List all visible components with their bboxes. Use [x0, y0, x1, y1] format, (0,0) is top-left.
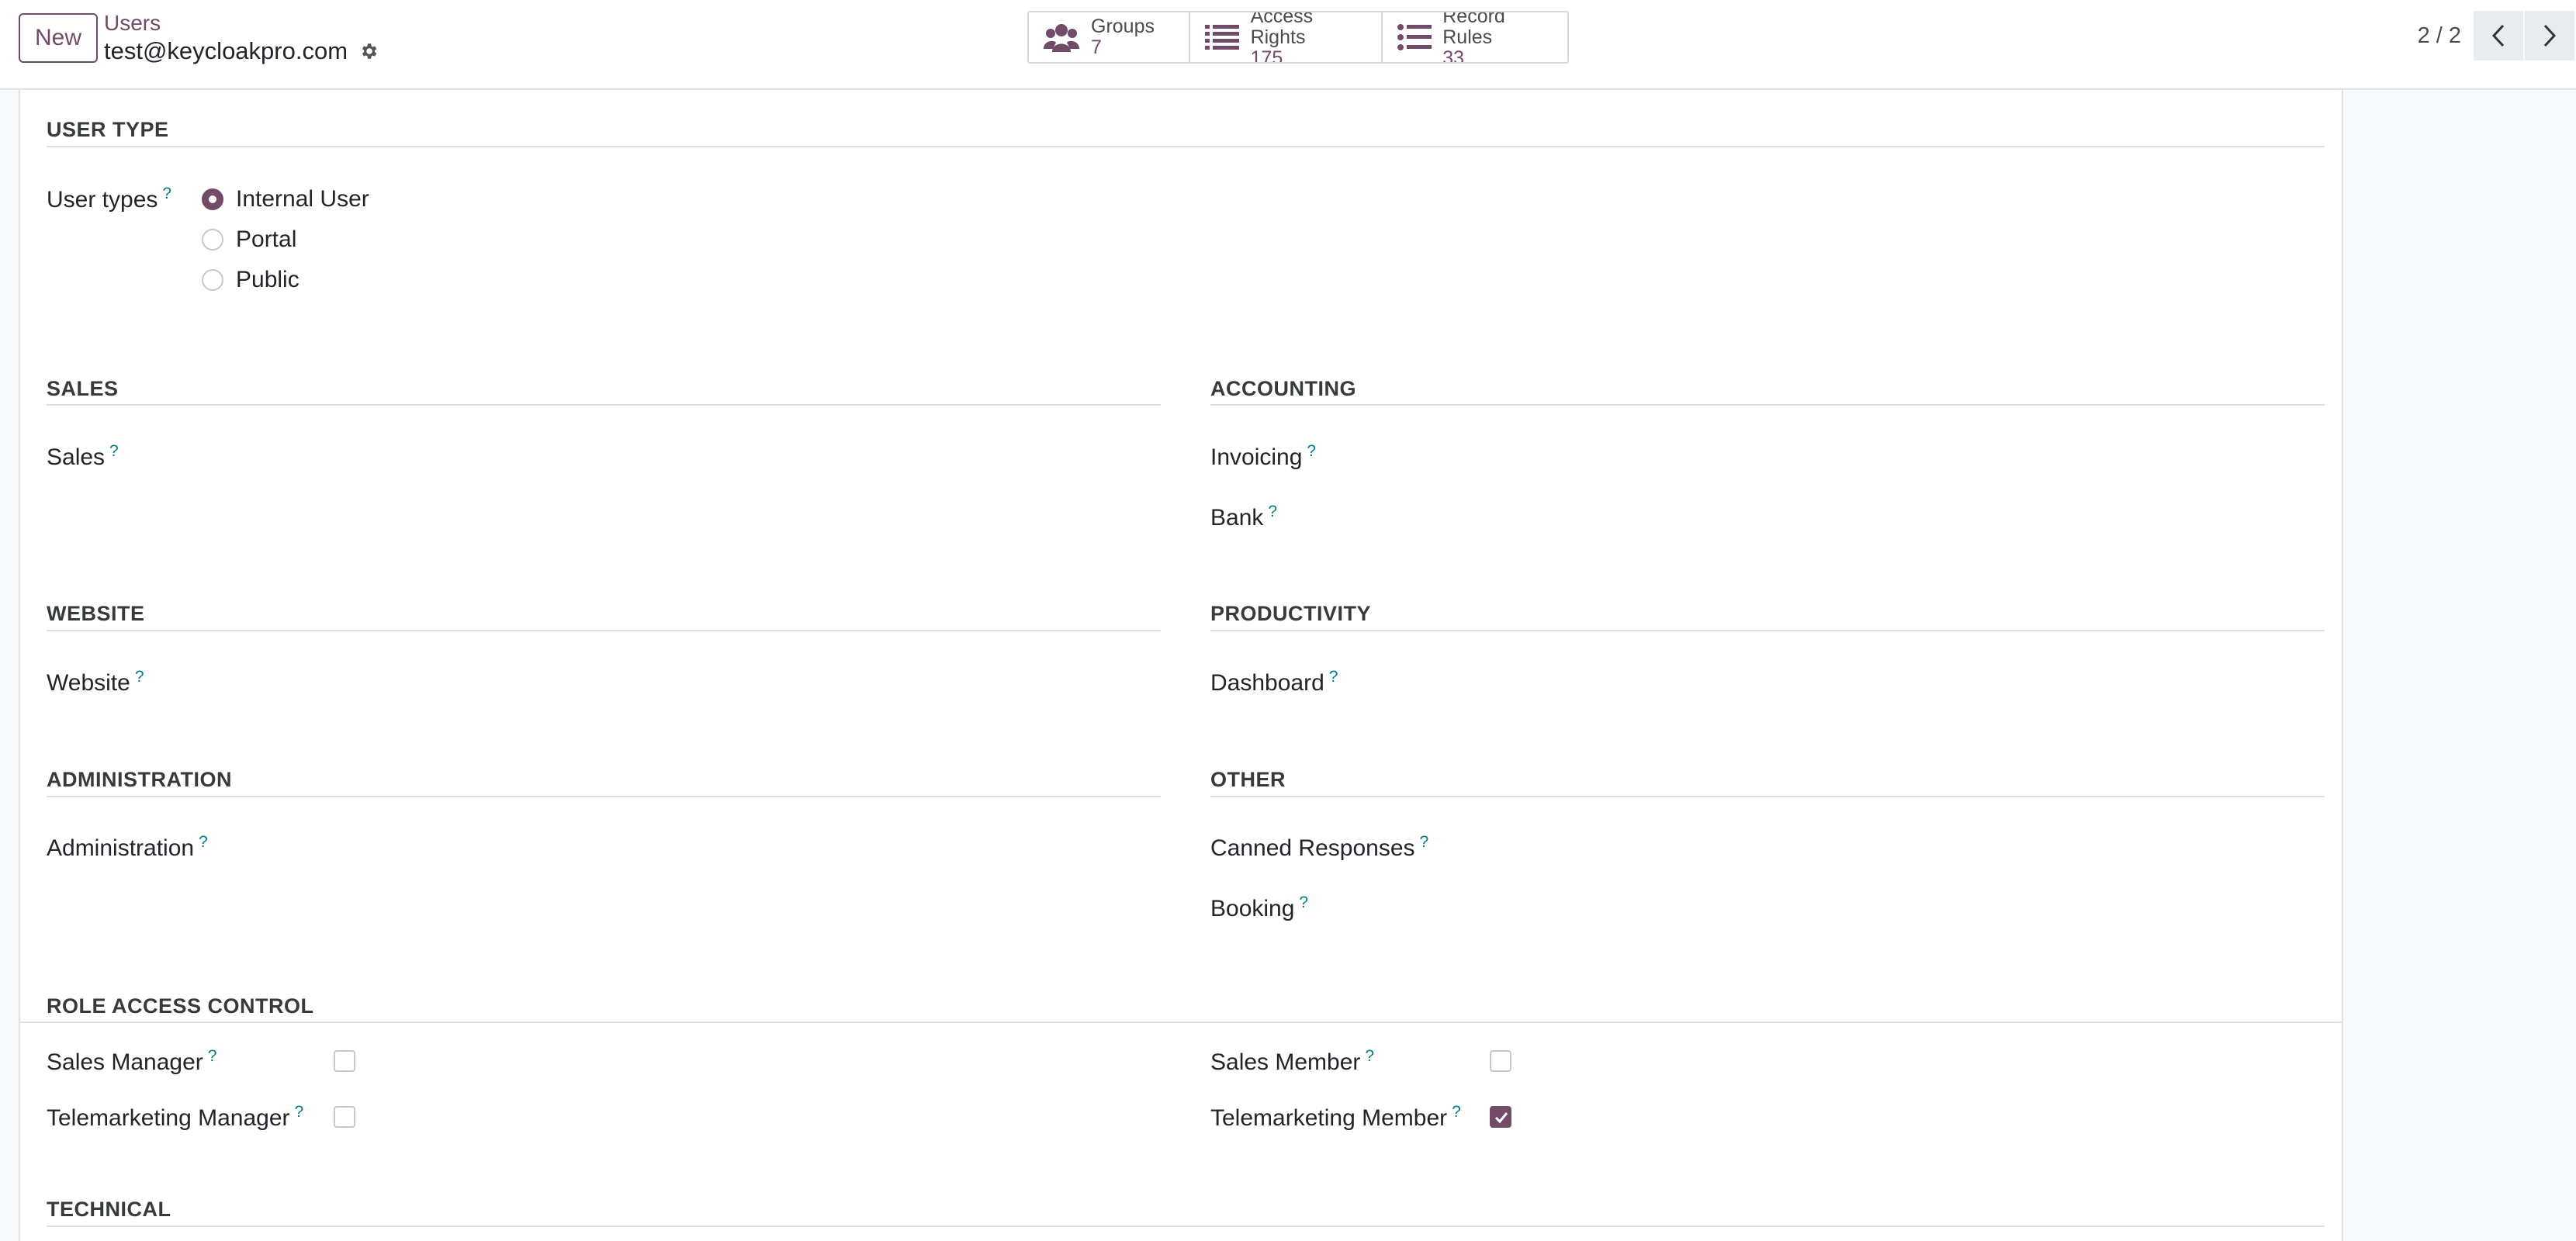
bank-field: Bank?: [1210, 503, 1277, 531]
sales-member-label: Sales Member: [1210, 1049, 1361, 1075]
chevron-left-icon: [2491, 24, 2505, 47]
administration-field: Administration?: [47, 833, 208, 862]
groups-smart-button[interactable]: Groups 7: [1029, 12, 1190, 62]
groups-count: 7: [1091, 36, 1102, 58]
website-section-title: WEBSITE: [47, 602, 145, 625]
telemarketing-member-checkbox[interactable]: [1490, 1106, 1511, 1128]
control-panel: New Users test@keycloakpro.com Groups 7: [0, 0, 2576, 90]
help-icon[interactable]: ?: [1299, 894, 1308, 911]
radio-public[interactable]: Public: [202, 267, 299, 293]
sales-manager-checkbox[interactable]: [334, 1050, 355, 1072]
sales-manager-label: Sales Manager: [47, 1049, 203, 1075]
record-title: test@keycloakpro.com: [104, 37, 348, 64]
list-ul-icon: [1397, 22, 1432, 53]
help-icon[interactable]: ?: [1452, 1103, 1461, 1121]
groups-label: Groups: [1091, 16, 1155, 37]
sales-member-checkbox[interactable]: [1490, 1050, 1511, 1072]
booking-field: Booking?: [1210, 894, 1308, 922]
user-type-separator: [47, 146, 2325, 147]
user-type-section-title: USER TYPE: [47, 118, 169, 141]
help-icon[interactable]: ?: [162, 185, 171, 202]
administration-section-title: ADMINISTRATION: [47, 768, 232, 791]
canned-responses-field: Canned Responses?: [1210, 833, 1428, 862]
access-rights-smart-button[interactable]: Access Rights 175: [1190, 12, 1383, 62]
help-icon[interactable]: ?: [199, 833, 208, 851]
radio-button[interactable]: [202, 269, 223, 291]
radio-label-internal-user: Internal User: [236, 186, 369, 212]
invoicing-field: Invoicing?: [1210, 442, 1316, 471]
sales-member-field: Sales Member?: [1210, 1047, 1374, 1076]
website-label: Website: [47, 670, 130, 696]
pager-next-button[interactable]: [2525, 11, 2576, 60]
administration-label: Administration: [47, 835, 195, 861]
help-icon[interactable]: ?: [109, 442, 119, 460]
telemarketing-manager-label: Telemarketing Manager: [47, 1105, 290, 1131]
administration-separator: [47, 796, 1161, 797]
dashboard-field: Dashboard?: [1210, 668, 1338, 697]
check-icon: [1494, 1112, 1508, 1124]
accounting-section-title: ACCOUNTING: [1210, 377, 1356, 400]
other-section-title: OTHER: [1210, 768, 1286, 791]
list-icon: [1204, 22, 1240, 53]
chevron-right-icon: [2543, 24, 2557, 47]
record-title-line: test@keycloakpro.com: [104, 36, 379, 67]
record-rules-label: Record Rules: [1442, 11, 1505, 48]
help-icon[interactable]: ?: [1365, 1047, 1374, 1065]
other-separator: [1210, 796, 2325, 797]
role-access-section-title: ROLE ACCESS CONTROL: [47, 994, 314, 1018]
help-icon[interactable]: ?: [1307, 442, 1316, 460]
telemarketing-member-label: Telemarketing Member: [1210, 1105, 1448, 1131]
productivity-separator: [1210, 630, 2325, 631]
sales-section-title: SALES: [47, 377, 119, 400]
role-access-separator: [20, 1021, 2342, 1023]
access-rights-label: Access Rights: [1250, 11, 1314, 48]
help-icon[interactable]: ?: [1329, 668, 1338, 686]
record-rules-smart-button[interactable]: Record Rules 33: [1383, 12, 1567, 62]
record-rules-count: 33: [1442, 47, 1465, 64]
user-types-label: User types: [47, 187, 158, 213]
radio-internal-user[interactable]: Internal User: [202, 186, 369, 213]
help-icon[interactable]: ?: [208, 1047, 217, 1065]
help-icon[interactable]: ?: [295, 1103, 304, 1121]
telemarketing-manager-field: Telemarketing Manager?: [47, 1103, 303, 1132]
pager: 2 / 2: [2418, 11, 2576, 60]
help-icon[interactable]: ?: [1268, 503, 1277, 520]
sales-separator: [47, 404, 1161, 406]
radio-portal[interactable]: Portal: [202, 226, 296, 253]
technical-section-title: TECHNICAL: [47, 1198, 171, 1221]
booking-label: Booking: [1210, 896, 1295, 921]
users-icon: [1043, 22, 1080, 53]
sales-label: Sales: [47, 444, 106, 470]
sales-manager-field: Sales Manager?: [47, 1047, 216, 1076]
radio-button[interactable]: [202, 229, 223, 251]
form-sheet: USER TYPE User types? Internal User Port…: [19, 90, 2343, 1241]
accounting-separator: [1210, 404, 2325, 406]
access-rights-count: 175: [1250, 47, 1283, 64]
breadcrumb-users[interactable]: Users: [104, 9, 161, 37]
productivity-section-title: PRODUCTIVITY: [1210, 602, 1372, 625]
bank-label: Bank: [1210, 505, 1264, 531]
invoicing-label: Invoicing: [1210, 444, 1303, 470]
help-icon[interactable]: ?: [135, 668, 144, 686]
smart-buttons: Groups 7 Access Rights 175 Record Rules …: [1027, 11, 1569, 64]
dashboard-label: Dashboard: [1210, 670, 1324, 696]
website-separator: [47, 630, 1161, 631]
telemarketing-member-field: Telemarketing Member?: [1210, 1103, 1461, 1132]
user-types-field: User types?: [47, 185, 171, 213]
new-button[interactable]: New: [19, 13, 98, 63]
technical-separator: [47, 1225, 2325, 1227]
gear-icon[interactable]: [358, 41, 379, 61]
canned-responses-label: Canned Responses: [1210, 835, 1415, 861]
radio-label-portal: Portal: [236, 226, 297, 252]
pager-previous-button[interactable]: [2474, 11, 2525, 60]
sales-field: Sales?: [47, 442, 119, 471]
radio-button-checked[interactable]: [202, 188, 223, 210]
telemarketing-manager-checkbox[interactable]: [334, 1106, 355, 1128]
pager-value[interactable]: 2 / 2: [2418, 23, 2461, 49]
radio-label-public: Public: [236, 267, 299, 292]
help-icon[interactable]: ?: [1420, 833, 1429, 851]
website-field: Website?: [47, 668, 144, 697]
